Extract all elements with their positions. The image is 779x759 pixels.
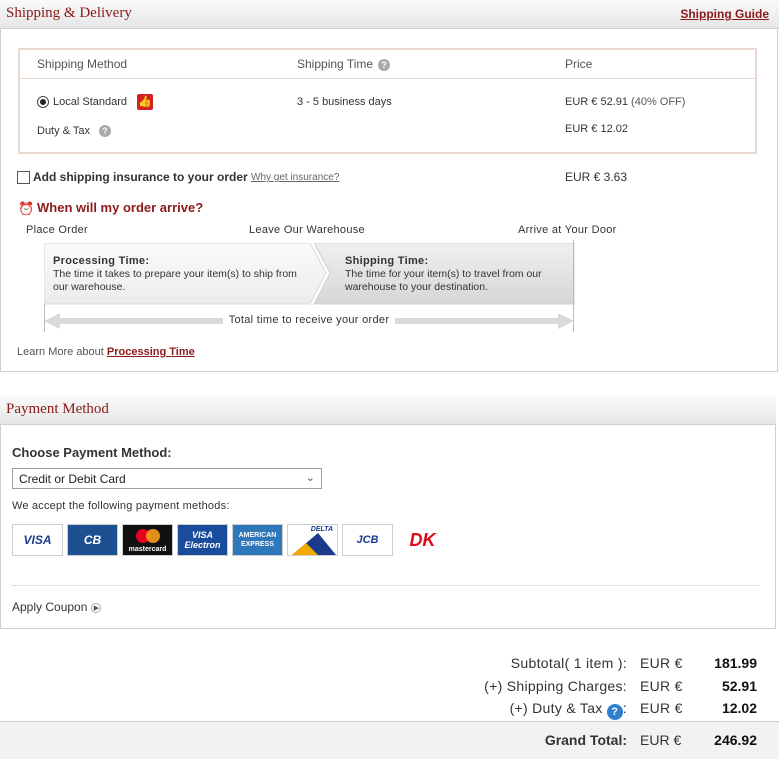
payment-method-select[interactable]: Credit or Debit Card ⌄: [12, 468, 322, 489]
processing-title: Processing Time:: [53, 255, 150, 267]
total-time-label: Total time to receive your order: [222, 314, 396, 326]
grand-total-value: 246.92: [714, 732, 757, 748]
subtotal-row: Subtotal( 1 item ): EUR € 181.99: [0, 655, 779, 677]
total-time-bar: Total time to receive your order: [44, 311, 574, 332]
shipping-charges-row: (+) Shipping Charges: EUR € 52.91: [0, 678, 779, 700]
header-shipping-method: Shipping Method: [37, 57, 128, 71]
shipping-table-header: Shipping Method Shipping Time ? Price: [20, 50, 755, 79]
duty-tax-total-label: (+) Duty & Tax ?:: [509, 700, 627, 720]
dankort-card-icon: DK: [409, 529, 436, 550]
cb-card-icon: CB: [67, 524, 118, 556]
shipping-method-table: Shipping Method Shipping Time ? Price Lo…: [18, 48, 757, 154]
shipping-price: EUR € 52.91 (40% OFF): [565, 96, 686, 108]
duty-tax-value: 12.02: [721, 700, 757, 716]
amex-card-icon: AMERICAN EXPRESS: [232, 524, 283, 556]
learn-more: Learn More about Processing Time: [17, 346, 195, 358]
visa-electron-icon: VISA Electron: [177, 524, 228, 556]
mastercard-icon: mastercard: [122, 524, 173, 556]
apply-coupon-label: Apply Coupon: [12, 600, 88, 614]
grand-total-row: Grand Total: EUR € 246.92: [0, 721, 779, 759]
thumbs-up-icon: 👍: [137, 94, 153, 110]
apply-coupon-link[interactable]: Apply Coupon ▶: [12, 600, 102, 614]
shipping-time-value: 3 - 5 business days: [297, 96, 392, 108]
arrival-title: When will my order arrive?: [37, 200, 204, 215]
shipping-charges-currency: EUR €: [640, 678, 683, 694]
shipping-title: Shipping & Delivery: [6, 5, 132, 21]
grand-total-label: Grand Total:: [544, 732, 627, 748]
delta-card-icon: DELTA: [287, 524, 338, 556]
duty-help-icon[interactable]: ?: [99, 125, 111, 137]
step-leave-warehouse: Leave Our Warehouse: [249, 224, 365, 236]
shipping-time-text: The time for your item(s) to travel from…: [345, 268, 542, 293]
grand-total-currency: EUR €: [640, 732, 682, 748]
processing-time-box: Processing Time: The time it takes to pr…: [53, 243, 303, 304]
shipping-time-title: Shipping Time:: [345, 255, 429, 267]
chevron-right-icon: ▶: [91, 602, 102, 613]
payment-header: Payment Method: [0, 396, 776, 425]
alarm-clock-icon: ⏰: [18, 201, 35, 216]
shipping-guide-link[interactable]: Shipping Guide: [680, 7, 769, 21]
subtotal-label: Subtotal( 1 item ):: [510, 655, 627, 671]
choose-payment-label: Choose Payment Method:: [12, 445, 172, 460]
payment-title: Payment Method: [6, 401, 109, 417]
subtotal-value: 181.99: [714, 655, 757, 671]
jcb-card-icon: JCB: [342, 524, 393, 556]
processing-time-link[interactable]: Processing Time: [107, 346, 195, 358]
learn-more-prefix: Learn More about: [17, 346, 104, 358]
step-place-order: Place Order: [26, 224, 88, 236]
visa-card-icon: VISA: [12, 524, 63, 556]
subtotal-currency: EUR €: [640, 655, 683, 671]
duty-tax-row: (+) Duty & Tax ?: EUR € 12.02: [0, 700, 779, 722]
question-icon[interactable]: ?: [606, 704, 623, 720]
shipping-charges-value: 52.91: [721, 678, 757, 694]
processing-text: The time it takes to prepare your item(s…: [53, 268, 297, 293]
insurance-label: Add shipping insurance to your order: [33, 170, 248, 184]
payment-panel: [0, 396, 776, 629]
duty-tax-price: EUR € 12.02: [565, 123, 628, 135]
help-icon[interactable]: ?: [378, 59, 390, 71]
duty-tax-label: Duty & Tax: [37, 125, 90, 137]
header-price: Price: [565, 57, 593, 71]
payment-divider: [12, 585, 760, 586]
shipping-method-name: Local Standard: [53, 96, 127, 108]
chevron-down-icon: ⌄: [305, 472, 315, 484]
step-arrive-door: Arrive at Your Door: [518, 224, 617, 236]
shipping-time-box: Shipping Time: The time for your item(s)…: [345, 243, 565, 304]
shipping-charges-label: (+) Shipping Charges:: [484, 678, 627, 694]
shipping-header: Shipping & Delivery Shipping Guide: [0, 0, 779, 29]
accepted-methods-text: We accept the following payment methods:: [12, 500, 230, 512]
insurance-price: EUR € 3.63: [565, 170, 628, 184]
shipping-discount: (40% OFF): [631, 96, 686, 108]
payment-selected-value: Credit or Debit Card: [19, 472, 126, 486]
local-standard-radio[interactable]: [37, 96, 49, 108]
duty-tax-currency: EUR €: [640, 700, 683, 716]
insurance-checkbox[interactable]: [17, 171, 30, 184]
why-insurance-link[interactable]: Why get insurance?: [251, 172, 339, 183]
header-shipping-time: Shipping Time: [297, 57, 374, 71]
